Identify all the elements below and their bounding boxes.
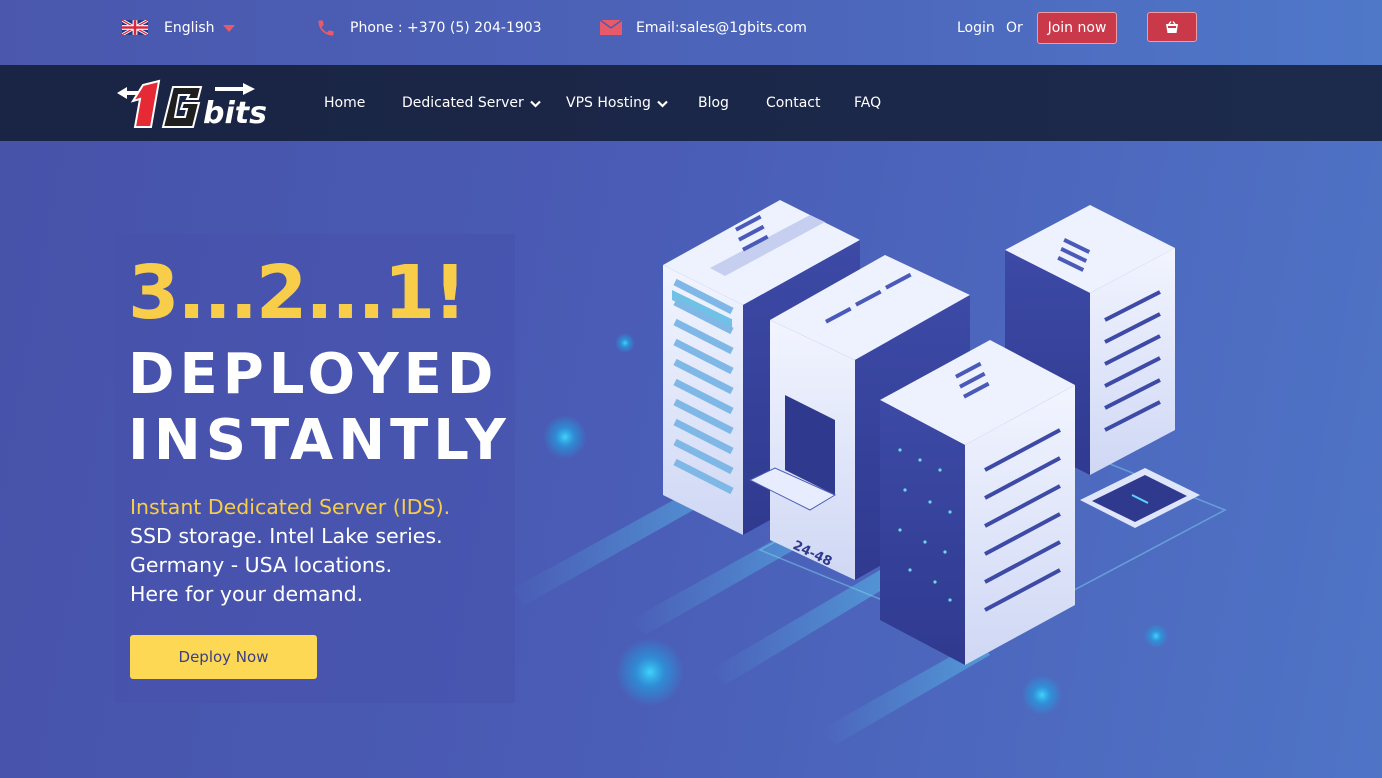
deploy-now-label: Deploy Now (178, 648, 269, 666)
nav-blog[interactable]: Blog (698, 65, 729, 141)
server-rack-front (880, 340, 1075, 665)
nav-home[interactable]: Home (324, 65, 365, 141)
server-rack-illustration: 24-48 (510, 200, 1227, 745)
hero-subtitle-line: Here for your demand. (130, 582, 364, 606)
nav-blog-label: Blog (698, 95, 729, 111)
cart-icon (1166, 20, 1178, 33)
nav-contact[interactable]: Contact (766, 65, 820, 141)
login-link[interactable]: Login (957, 0, 995, 55)
or-label: Or (1006, 19, 1023, 36)
nav-contact-label: Contact (766, 95, 821, 111)
hero-subtitle-highlight: Instant Dedicated Server (IDS). (130, 495, 451, 519)
login-label: Login (957, 19, 995, 36)
cart-button[interactable] (1147, 12, 1197, 42)
light-beam (710, 570, 890, 685)
phone-icon (318, 20, 334, 35)
glow-dot (543, 415, 587, 459)
nav-dedicated-server-label: Dedicated Server (402, 95, 524, 111)
glow-dot (1144, 624, 1168, 648)
phone-text: Phone : +370 (5) 204-1903 (350, 19, 542, 36)
hero-countdown: 3...2...1! (128, 250, 467, 336)
nav-vps-hosting-label: VPS Hosting (566, 95, 651, 111)
svg-text:bits: bits (203, 96, 267, 131)
nav-faq-label: FAQ (854, 95, 882, 111)
uk-flag-icon (122, 20, 148, 35)
glow-dot (615, 333, 635, 353)
top-bar: English Phone : +370 (5) 204-1903 Email:… (0, 0, 1382, 65)
deploy-now-button[interactable]: Deploy Now (130, 635, 317, 679)
hero-headline-line-1: DEPLOYED (128, 342, 499, 407)
nav-vps-hosting[interactable]: VPS Hosting (566, 65, 668, 141)
mail-icon (600, 20, 622, 35)
glow-dot (616, 638, 684, 706)
glow-dot (1022, 675, 1062, 715)
1gbits-logo: bits (117, 79, 267, 131)
hero-headline-line-2: INSTANTLY (128, 408, 511, 473)
chip-device (1080, 468, 1200, 528)
site-logo[interactable]: bits (115, 75, 290, 135)
hero-subtitle-line: Germany - USA locations. (130, 553, 393, 577)
hero-subtitle-line: SSD storage. Intel Lake series. (130, 524, 443, 548)
chevron-down-icon (657, 100, 668, 108)
main-navbar: bits Home Dedicated Server VPS Hosting B… (0, 65, 1382, 141)
join-now-button[interactable]: Join now (1037, 12, 1117, 44)
nav-faq[interactable]: FAQ (854, 65, 881, 141)
caret-down-icon (222, 25, 235, 32)
email-text: Email:sales@1gbits.com (636, 19, 807, 36)
nav-dedicated-server[interactable]: Dedicated Server (402, 65, 541, 141)
language-selector[interactable]: English (122, 0, 235, 55)
language-label: English (164, 19, 215, 36)
or-separator: Or (1006, 0, 1023, 55)
email-contact[interactable]: Email:sales@1gbits.com (600, 0, 807, 55)
join-now-label: Join now (1047, 20, 1107, 36)
chevron-down-icon (530, 100, 541, 108)
nav-home-label: Home (324, 95, 366, 111)
phone-contact[interactable]: Phone : +370 (5) 204-1903 (316, 0, 542, 55)
